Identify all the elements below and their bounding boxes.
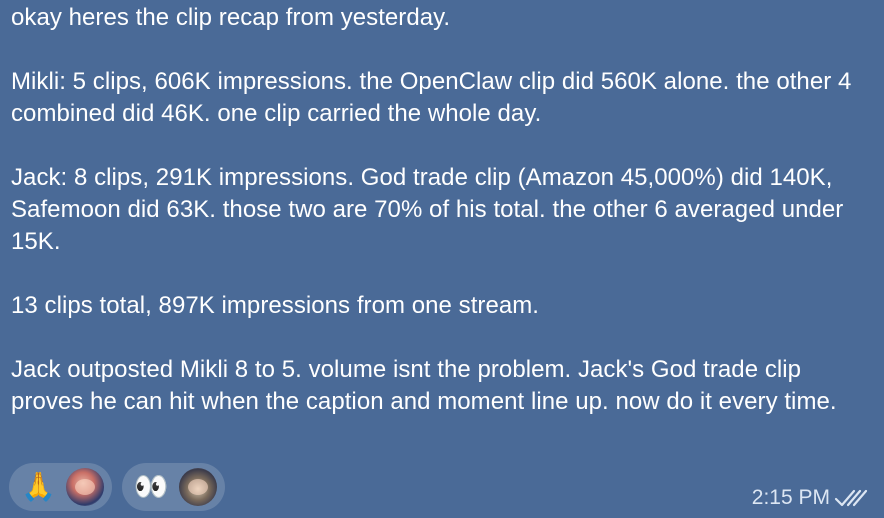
reactor-avatar (65, 468, 104, 506)
reaction-eyes[interactable]: 👀 (121, 463, 225, 511)
message-paragraph: Jack: 8 clips, 291K impressions. God tra… (11, 164, 844, 255)
reaction-folded-hands[interactable]: 🙏 (9, 463, 112, 511)
eyes-emoji-icon: 👀 (133, 470, 169, 503)
reactor-avatar (178, 468, 217, 506)
message-paragraph: Jack outposted Mikli 8 to 5. volume isnt… (11, 356, 837, 415)
message-paragraph: 13 clips total, 897K impressions from on… (11, 292, 540, 319)
message-paragraph: okay heres the clip recap from yesterday… (11, 4, 451, 31)
message-bubble[interactable]: okay heres the clip recap from yesterday… (0, 0, 884, 518)
message-text: okay heres the clip recap from yesterday… (11, 0, 871, 450)
double-check-read-icon (834, 489, 868, 507)
folded-hands-emoji-icon: 🙏 (21, 470, 56, 503)
reactions-bar: 🙏 👀 (9, 463, 225, 511)
message-paragraph: Mikli: 5 clips, 606K impressions. the Op… (11, 68, 852, 127)
message-meta: 2:15 PM (752, 486, 868, 510)
message-time: 2:15 PM (751, 486, 830, 509)
